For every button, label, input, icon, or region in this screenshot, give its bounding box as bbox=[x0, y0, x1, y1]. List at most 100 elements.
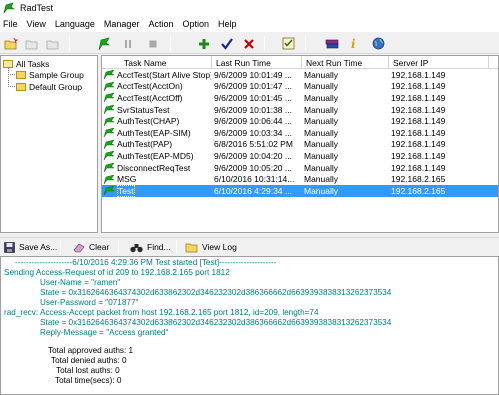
last-run-time-cell: 9/6/2009 10:04:20 ... bbox=[214, 150, 292, 161]
task-row[interactable]: SvrStatusTest 9/6/2009 10:01:38 ... Manual… bbox=[102, 104, 498, 116]
toolbar-separator bbox=[69, 36, 70, 51]
task-row[interactable]: AcctTest(AcctOff) 9/6/2009 10:01:45 ... Ma… bbox=[102, 92, 498, 104]
pause-button[interactable] bbox=[120, 36, 136, 51]
log-line: State = 0x3162646364374302d633862302d346… bbox=[40, 318, 392, 327]
last-run-time-cell: 6/10/2016 10:31:14... bbox=[214, 174, 295, 185]
task-flag-icon bbox=[103, 81, 115, 91]
task-row[interactable]: DisconnectReqTest 9/6/2009 10:05:20 ... Ma… bbox=[102, 162, 498, 174]
log-output[interactable]: ---------------------6/10/2016 4:29:36 P… bbox=[0, 256, 499, 395]
task-name: AuthTest(EAP-SIM) bbox=[117, 127, 191, 138]
task-name-cell: DisconnectReqTest bbox=[102, 163, 211, 173]
view-log-button[interactable]: View Log bbox=[185, 240, 237, 254]
menu-file[interactable]: File bbox=[0, 19, 24, 29]
task-row[interactable]: Test 6/10/2016 4:29:34 ... Manually 192.168… bbox=[102, 184, 498, 197]
server-ip-cell: 192.168.1.149 bbox=[391, 69, 446, 80]
tree-connector bbox=[8, 74, 15, 75]
menu-manager[interactable]: Manager bbox=[101, 19, 146, 29]
task-flag-icon bbox=[103, 128, 115, 138]
info-button[interactable]: i bbox=[346, 36, 362, 51]
folder-icon bbox=[185, 243, 198, 252]
tree-item-sample-group[interactable]: Sample Group bbox=[16, 69, 84, 80]
edit-folder-button[interactable] bbox=[24, 36, 40, 51]
task-rows: AcctTest(Start Alive Stop) 9/6/2009 10:01… bbox=[102, 69, 498, 197]
open-folder-icon bbox=[3, 59, 13, 68]
task-row[interactable]: AcctTest(Start Alive Stop) 9/6/2009 10:01… bbox=[102, 69, 498, 81]
last-run-time-cell: 9/6/2009 10:01:49 ... bbox=[214, 69, 292, 80]
server-ip-cell: 192.168.1.149 bbox=[391, 150, 446, 161]
checkmark-icon bbox=[221, 37, 233, 50]
edit-folder-icon bbox=[25, 40, 38, 49]
books-icon bbox=[325, 39, 339, 48]
menu-option[interactable]: Option bbox=[179, 19, 215, 29]
task-name: AcctTest(Start Alive Stop) bbox=[117, 69, 211, 80]
column-header-task-name[interactable]: Task Name bbox=[102, 56, 212, 69]
find-button[interactable]: Find... bbox=[130, 240, 171, 254]
save-as-button[interactable]: Save As... bbox=[4, 240, 57, 254]
last-run-time-cell: 9/6/2009 10:03:34 ... bbox=[214, 127, 292, 138]
last-run-time-cell: 6/10/2016 4:29:34 ... bbox=[214, 185, 292, 196]
toolbar-separator bbox=[305, 36, 306, 51]
delete-folder-button[interactable] bbox=[45, 36, 61, 51]
column-header-next-run-time[interactable]: Next Run Time bbox=[302, 56, 389, 69]
task-name: AuthTest(CHAP) bbox=[117, 116, 180, 127]
task-row[interactable]: AuthTest(EAP-MD5) 9/6/2009 10:04:20 ... Ma… bbox=[102, 150, 498, 162]
dictionary-button[interactable] bbox=[324, 36, 340, 51]
task-row[interactable]: AuthTest(PAP) 6/8/2016 5:51:02 PM Manually… bbox=[102, 139, 498, 151]
task-row[interactable]: AuthTest(CHAP) 9/6/2009 10:06:44 ... Manua… bbox=[102, 115, 498, 127]
task-flag-icon bbox=[103, 93, 115, 103]
menu-action[interactable]: Action bbox=[145, 19, 179, 29]
task-flag-icon bbox=[103, 186, 115, 196]
delete-task-button[interactable] bbox=[241, 36, 257, 51]
properties-button[interactable] bbox=[280, 36, 296, 51]
task-name-cell: MSG bbox=[102, 174, 211, 184]
web-button[interactable] bbox=[370, 36, 386, 51]
task-name-cell: AcctTest(Start Alive Stop) bbox=[102, 70, 211, 80]
toolbar-separator bbox=[170, 36, 171, 51]
task-name-cell: AuthTest(PAP) bbox=[102, 139, 211, 149]
server-ip-cell: 192.168.2.165 bbox=[391, 185, 446, 196]
next-run-time-cell: Manually bbox=[304, 69, 339, 80]
task-name-cell: Test bbox=[102, 184, 211, 197]
menu-help[interactable]: Help bbox=[215, 19, 243, 29]
column-header-last-run-time[interactable]: Last Run Time bbox=[212, 56, 302, 69]
app-flag-icon bbox=[3, 2, 15, 14]
delete-folder-icon bbox=[46, 40, 59, 49]
new-folder-button[interactable] bbox=[3, 36, 19, 51]
clear-label: Clear bbox=[89, 242, 110, 252]
list-header: Task Name Last Run Time Next Run Time Se… bbox=[102, 56, 498, 69]
task-flag-icon bbox=[103, 139, 115, 149]
task-row[interactable]: MSG 6/10/2016 10:31:14... Manually 192.168.… bbox=[102, 173, 498, 185]
menu-bar: File View Language Manager Action Option… bbox=[0, 16, 499, 32]
save-as-label: Save As... bbox=[19, 242, 58, 252]
menu-view[interactable]: View bbox=[24, 19, 52, 29]
toolbar: i bbox=[0, 33, 499, 54]
column-header-server-ip[interactable]: Server IP bbox=[389, 56, 489, 69]
tree-item-label: Default Group bbox=[29, 81, 82, 92]
folder-icon bbox=[16, 82, 26, 91]
server-ip-cell: 192.168.1.149 bbox=[391, 92, 446, 103]
last-run-time-cell: 9/6/2009 10:01:47 ... bbox=[214, 81, 292, 92]
task-row[interactable]: AcctTest(AcctOn) 9/6/2009 10:01:47 ... Man… bbox=[102, 81, 498, 93]
task-name-cell: AuthTest(CHAP) bbox=[102, 116, 211, 126]
run-button[interactable] bbox=[96, 36, 112, 51]
stop-icon bbox=[149, 40, 157, 47]
tree-item-all-tasks[interactable]: All Tasks bbox=[3, 58, 49, 69]
task-name: DisconnectReqTest bbox=[117, 162, 191, 173]
tree-item-label: Sample Group bbox=[29, 69, 84, 80]
task-row[interactable]: AuthTest(EAP-SIM) 9/6/2009 10:03:34 ... Ma… bbox=[102, 127, 498, 139]
task-name: Test bbox=[117, 184, 135, 197]
clear-button[interactable]: Clear bbox=[73, 240, 109, 254]
plus-icon bbox=[199, 38, 209, 49]
log-toolbar-separator bbox=[118, 240, 119, 254]
stop-button[interactable] bbox=[145, 36, 161, 51]
pause-icon bbox=[125, 39, 131, 48]
task-name: MSG bbox=[117, 174, 137, 185]
tree-item-default-group[interactable]: Default Group bbox=[16, 81, 82, 92]
next-run-time-cell: Manually bbox=[304, 139, 339, 150]
next-run-time-cell: Manually bbox=[304, 174, 339, 185]
tree-item-label: All Tasks bbox=[16, 58, 50, 69]
next-run-time-cell: Manually bbox=[304, 150, 339, 161]
add-task-button[interactable] bbox=[196, 36, 212, 51]
menu-language[interactable]: Language bbox=[52, 19, 101, 29]
edit-task-button[interactable] bbox=[219, 36, 235, 51]
